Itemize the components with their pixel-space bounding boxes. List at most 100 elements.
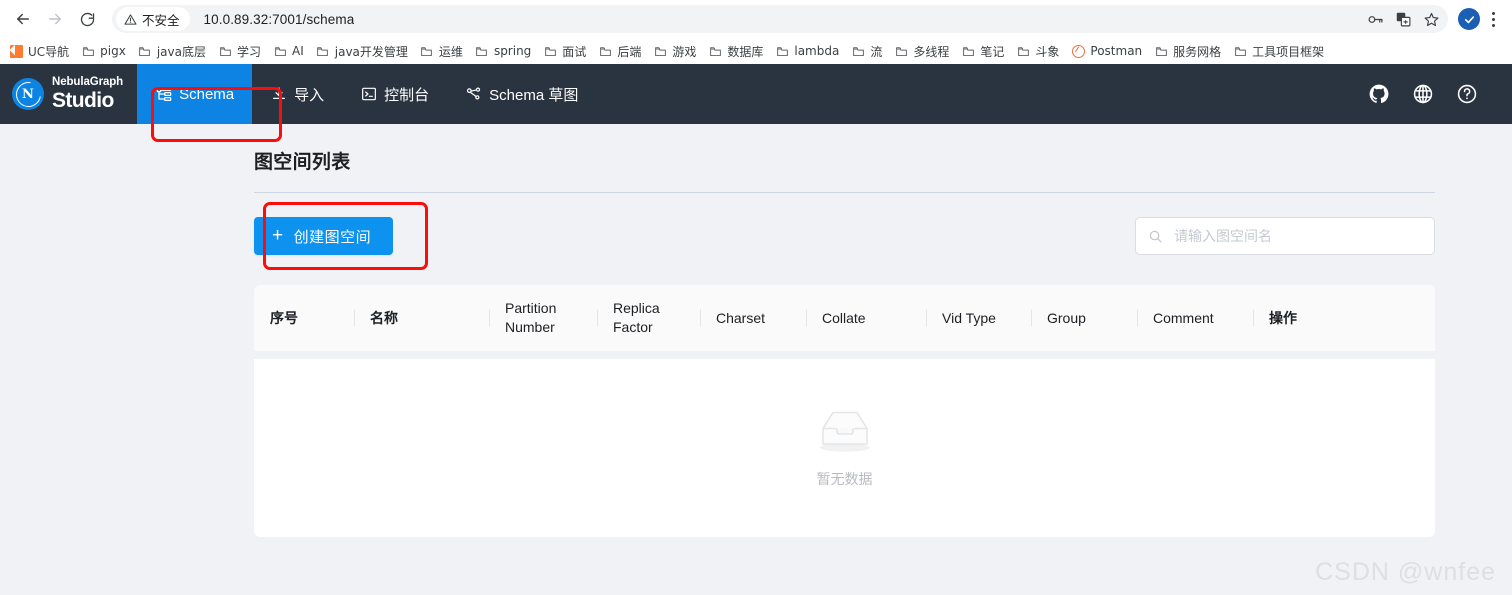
graph-space-table: 序号 名称 Partition Number Replica Factor Ch…: [254, 285, 1435, 537]
security-status-chip[interactable]: 不安全: [116, 7, 190, 31]
table-header-cell[interactable]: Vid Type: [926, 285, 1031, 351]
nav-item-schema-sketch[interactable]: Schema 草图: [447, 64, 596, 124]
bookmark-item[interactable]: 面试: [538, 40, 593, 62]
bookmark-item[interactable]: 多线程: [889, 40, 956, 62]
bookmark-item[interactable]: 工具项目框架: [1228, 40, 1331, 62]
column-label: 操作: [1269, 309, 1297, 326]
bookmark-item[interactable]: 流: [846, 40, 889, 62]
url-text[interactable]: 10.0.89.32:7001/schema: [204, 12, 355, 27]
folder-icon: [316, 44, 330, 58]
app-logo[interactable]: N NebulaGraph Studio: [0, 64, 137, 124]
back-button[interactable]: [8, 4, 38, 34]
column-label: Comment: [1153, 309, 1214, 326]
bookmark-label: 工具项目框架: [1252, 44, 1325, 59]
table-header-cell[interactable]: Partition Number: [489, 285, 597, 351]
table-header-cell[interactable]: Charset: [700, 285, 806, 351]
nav-item-label: Schema: [179, 85, 235, 103]
bookmark-item[interactable]: Postman: [1066, 40, 1149, 62]
bookmark-item[interactable]: 数据库: [703, 40, 770, 62]
table-header-cell[interactable]: Comment: [1137, 285, 1253, 351]
empty-box-icon: [812, 408, 878, 459]
folder-icon: [273, 44, 287, 58]
bookmark-item[interactable]: lambda: [770, 40, 846, 62]
bookmark-item[interactable]: 笔记: [956, 40, 1011, 62]
kebab-menu-icon[interactable]: [1482, 6, 1504, 32]
security-status-label: 不安全: [142, 12, 180, 28]
key-icon[interactable]: [1362, 6, 1388, 32]
logo-wordmark: NebulaGraph Studio: [52, 77, 123, 111]
nav-item-schema[interactable]: Schema: [137, 64, 253, 124]
bookmark-label: pigx: [100, 44, 126, 58]
profile-check-icon[interactable]: [1458, 8, 1480, 30]
bookmark-item[interactable]: 学习: [213, 40, 268, 62]
sketch-icon: [465, 86, 482, 103]
reload-button[interactable]: [72, 4, 102, 34]
folder-icon: [653, 44, 667, 58]
browser-toolbar: 不安全 10.0.89.32:7001/schema: [0, 0, 1512, 38]
table-header-cell[interactable]: Collate: [806, 285, 926, 351]
create-graph-space-button[interactable]: + 创建图空间: [254, 217, 394, 255]
logo-line-1: NebulaGraph: [52, 76, 124, 89]
nebulagraph-logo-icon: N: [10, 76, 46, 112]
arrow-right-icon: [49, 13, 61, 25]
column-label: 序号: [270, 309, 298, 326]
arrow-left-icon: [17, 13, 29, 25]
folder-icon: [81, 44, 95, 58]
nav-item-import[interactable]: 导入: [252, 64, 342, 124]
bookmark-item[interactable]: java底层: [133, 40, 213, 62]
warning-triangle-icon: [124, 13, 137, 26]
app-nav-right: [1368, 64, 1512, 124]
bookmark-item[interactable]: pigx: [76, 40, 133, 62]
forward-button[interactable]: [40, 4, 70, 34]
bookmark-item[interactable]: 游戏: [648, 40, 703, 62]
bookmark-star-icon[interactable]: [1418, 6, 1444, 32]
bookmark-label: 后端: [617, 44, 642, 59]
table-header-cell[interactable]: 操作: [1253, 285, 1353, 351]
folder-icon: [1016, 44, 1030, 58]
schema-icon: [155, 86, 172, 103]
bookmark-label: 斗象: [1035, 44, 1060, 59]
github-icon[interactable]: [1368, 83, 1390, 105]
table-header-cell[interactable]: Replica Factor: [597, 285, 700, 351]
bookmark-label: UC导航: [28, 44, 70, 59]
bookmark-item[interactable]: 后端: [593, 40, 648, 62]
bookmark-label: AI: [292, 44, 304, 58]
search-input[interactable]: [1172, 227, 1422, 245]
bookmark-item[interactable]: 服务网格: [1149, 40, 1228, 62]
table-body: 暂无数据: [254, 359, 1435, 537]
reload-icon: [80, 12, 94, 26]
app-nav-items: Schema 导入 控制台 Schema 草图: [137, 64, 596, 124]
bookmark-item[interactable]: UC导航: [4, 40, 76, 62]
search-graph-space-box[interactable]: [1135, 217, 1435, 255]
bookmark-label: Postman: [1090, 44, 1143, 58]
graph-space-panel: 图空间列表 + 创建图空间 序号 名称 Partition Nu: [254, 124, 1435, 537]
logo-line-2: Studio: [52, 88, 114, 112]
bookmark-item[interactable]: 斗象: [1011, 40, 1066, 62]
page-body: 图空间列表 + 创建图空间 序号 名称 Partition Nu: [0, 124, 1512, 595]
plus-icon: +: [272, 224, 284, 246]
omnibox[interactable]: 不安全 10.0.89.32:7001/schema: [112, 5, 1448, 33]
column-label: Group: [1047, 309, 1086, 326]
bookmark-item[interactable]: 运维: [415, 40, 470, 62]
help-circle-icon[interactable]: [1456, 83, 1478, 105]
bookmark-item[interactable]: spring: [470, 40, 538, 62]
bookmark-label: 数据库: [727, 44, 764, 59]
table-header-cell[interactable]: 序号: [254, 285, 354, 351]
bookmark-label: 面试: [562, 44, 587, 59]
logo-mark-letter: N: [22, 86, 34, 102]
bookmark-item[interactable]: AI: [268, 40, 311, 62]
bookmark-label: 运维: [438, 44, 463, 59]
folder-icon: [218, 44, 232, 58]
column-label: Replica Factor: [613, 300, 660, 335]
table-header-cell[interactable]: 名称: [354, 285, 489, 351]
nav-item-console[interactable]: 控制台: [342, 64, 447, 124]
bookmark-label: lambda: [794, 44, 840, 58]
translate-icon[interactable]: [1390, 6, 1416, 32]
language-globe-icon[interactable]: [1412, 83, 1434, 105]
bookmark-label: java底层: [156, 44, 206, 59]
nav-item-label: 控制台: [384, 86, 430, 104]
bookmarks-bar: UC导航 pigx java底层 学习 AI java开发管理 运维 sprin…: [0, 38, 1512, 64]
table-header-cell[interactable]: Group: [1031, 285, 1137, 351]
bookmark-item[interactable]: java开发管理: [311, 40, 415, 62]
folder-icon: [894, 44, 908, 58]
